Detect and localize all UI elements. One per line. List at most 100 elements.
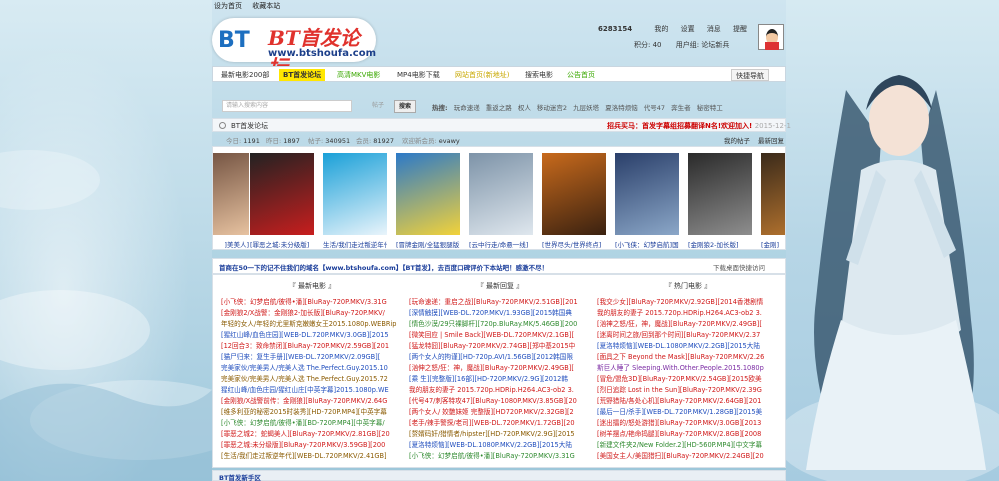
movie-list-item[interactable]: [微笑回应 | Smile Back][WEB-DL.720P.MKV/2.1G… [407,330,593,341]
hot-link[interactable]: 代号47 [644,104,665,112]
movie-list-item[interactable]: 我的朋友的妻子 2015.720p.HDRip.H264.AC3-ob2 3. [595,308,781,319]
movie-list-item[interactable]: [小飞侠：幻梦启航/彼得•潘][BluRay-720P.MKV/3.31G [219,297,405,308]
movie-list-item[interactable]: [我交少女][BluRay-720P.MKV/2.92GB][2014香港剧情 [595,297,781,308]
movie-list-item[interactable]: [两个女人的拘谨][HD-720p.AVI/1.56GB][2012韩国限 [407,352,593,363]
movie-list-item[interactable]: [12回合3：致命禁闭][BluRay-720P.MKV/2.59GB][201 [219,341,405,352]
movie-list-item[interactable]: [生活/我们走过叛逆年代][WEB-DL.720P.MKV/2.41GB] [219,451,405,462]
nav-tab-hd-mkv[interactable]: 高清MKV电影 [333,69,384,81]
movie-list-item[interactable]: [金刚狼2/X战警：金刚狼2-加长版][BluRay-720P.MKV/ [219,308,405,319]
movie-list-item[interactable]: [新建文件夹2/New Folder.2][HD-560P.MP4][中文字幕 [595,440,781,451]
search-button[interactable]: 搜索 [394,100,417,113]
nav-tab-mp4-download[interactable]: MP4电影下载 [393,69,444,81]
set-homepage-link[interactable]: 设为首页 [214,2,242,10]
hot-link[interactable]: 九层妖塔 [573,104,599,112]
movie-list-item[interactable]: [赘婿码奸/猎情者/hipster][HD-720P.MKV/2.9G][201… [407,429,593,440]
nav-tab-announcement[interactable]: 公告首页 [563,69,599,81]
movie-caption[interactable]: [罪恶之城:未分级版] [250,239,314,249]
movie-caption[interactable]: [世界尽头/世界终点] [542,239,606,249]
search-input[interactable]: 请输入搜索内容 [222,100,352,112]
movie-list-item[interactable]: [迷出擂的/怒处游猎][BluRay-720P.MKV/3.0GB][2013 [595,418,781,429]
newbie-section-title[interactable]: BT首发新手区 [219,472,261,481]
movie-list-item[interactable]: [玩命速递：重启之战][BluRay-720P.MKV/2.51GB][201 [407,297,593,308]
breadcrumb-title[interactable]: BT首发论坛 [231,121,268,131]
user-link-settings[interactable]: 设置 [681,25,695,33]
movie-list-item[interactable]: [维多利亚的秘密2015时装秀][HD-720P.MP4][中英字幕 [219,407,405,418]
site-logo[interactable]: BT BT首发论坛 www.btshoufa.com [212,18,376,79]
movie-poster[interactable] [688,153,752,235]
quick-nav-button[interactable]: 快捷导航 [731,69,769,81]
movie-list-item[interactable]: [乘 生][完整版][16部][HD-720P.MKV/2.9G][2012韩 [407,374,593,385]
hot-link[interactable]: 玩命速递 [454,104,480,112]
movie-list-item[interactable]: 我的朋友的妻子 2015.720p.HDRip.H264.AC3-ob2 3. [407,385,593,396]
movie-card[interactable]: [冒牌金刚/全猛狠腿版] [396,153,460,249]
movie-list-item[interactable]: [金刚狼/X战警前传：金刚狼][BluRay-720P.MKV/2.64G [219,396,405,407]
movie-list-item[interactable]: [夏洛特烦恼][WEB-DL.1080P.MKV/2.2GB][2015大陆 [595,341,781,352]
movie-list-item[interactable]: [情色沙漠/29只裸脚杆][720p.BluRay.MK/5.46GB][200 [407,319,593,330]
movie-poster[interactable] [469,153,533,235]
movie-caption[interactable]: [金刚] [761,239,785,249]
nav-tab-bt-forum[interactable]: BT首发论坛 [279,69,326,81]
movie-card[interactable]: [世界尽头/世界终点] [542,153,606,249]
bookmark-site-link[interactable]: 收藏本站 [252,2,280,10]
movie-list-item[interactable]: [深情触摸][WEB-DL.720P.MKV/1.93GB][2015韩国典 [407,308,593,319]
movie-list-item[interactable]: [罪恶之城2：蛇蝎美人][BluRay-720P.MKV/2.81GB][20 [219,429,405,440]
movie-list-item[interactable]: [代号47/刺客特攻47][BluRay-1080P.MKV/3.85GB][2… [407,396,593,407]
movie-card[interactable]: ]美美人] [213,153,249,249]
movie-list-item[interactable]: [美国女主人/美国猎扫][BluRay-720P.MKV/2.24GB][20 [595,451,781,462]
user-link-reminders[interactable]: 提醒 [733,25,747,33]
user-link-mine[interactable]: 我的 [654,25,668,33]
hot-link[interactable]: 移动迷宫2 [537,104,567,112]
movie-list-item[interactable]: [老手/辣手警探/老司][WEB-DL.720P.MKV/1.72GB][20 [407,418,593,429]
movie-list-item[interactable]: [猫尸归来：复生手册][WEB-DL.720P.MKV/2.09GB][ [219,352,405,363]
movie-caption[interactable]: [云中行走/命悬一线] [469,239,533,249]
movie-poster[interactable] [542,153,606,235]
avatar[interactable] [758,24,784,50]
movie-list-item[interactable]: [汹伸之怒/狂：神，魔战][BluRay-720P.MKV/2.49GB][ [407,363,593,374]
movie-list-item[interactable]: 猩红山峰/血色庄园/猩红山庄[中英字幕]2015.1080p.WE [219,385,405,396]
nav-tab-site-home[interactable]: 网站首页(新地址) [451,69,513,81]
movie-card[interactable]: [云中行走/命悬一线] [469,153,533,249]
hot-link[interactable]: 权人 [518,104,531,112]
movie-list-item[interactable]: [冒危/盟危3D][BluRay-720P.MKV/2.54GB][2015欧美 [595,374,781,385]
movie-list-item[interactable]: [罪恶之城:未分级版][BluRay-720P.MKV/3.59GB][200 [219,440,405,451]
movie-card[interactable]: [金刚狼2-加长版] [688,153,752,249]
nav-tab-search-movies[interactable]: 搜索电影 [521,69,557,81]
movie-list-item[interactable]: [小飞侠：幻梦启航/彼得•潘][BluRay-720P.MKV/3.31G [407,451,593,462]
movie-caption[interactable]: [小飞侠：幻梦启航]国语 [615,239,679,249]
hot-link[interactable]: 奔生者 [671,104,691,112]
movie-list-item[interactable]: [最后一日/杀手][WEB-DL.720P.MKV/1.28GB][2015美 [595,407,781,418]
user-group[interactable]: 用户组: 论坛新兵 [676,41,730,49]
nav-tab-latest-movies[interactable]: 最新电影200部 [217,69,273,81]
my-posts-link[interactable]: 我的帖子 [724,135,750,145]
movie-list-item[interactable]: [两个女人/ 姣艷妹姬 完整版][HD720P.MKV/2.32GB][2 [407,407,593,418]
movie-list-item[interactable]: [汹神之怒/狂，神，魔战][BluRay-720P.MKV/2.49GB][ [595,319,781,330]
movie-caption[interactable]: [冒牌金刚/全猛狠腿版] [396,239,460,249]
movie-card[interactable]: 生活/我们走过叛逆年代 [323,153,387,249]
movie-list-item[interactable]: 斯巨人睡了 Sleeping.With.Other.People.2015.10… [595,363,781,374]
movie-list-item[interactable]: 完美家伙/完美男人/完美人选 The.Perfect.Guy.2015.10 [219,363,405,374]
movie-caption[interactable]: ]美美人] [213,239,249,249]
hot-link[interactable]: 夏洛特烦恼 [605,104,638,112]
movie-poster[interactable] [323,153,387,235]
movie-list-item[interactable]: [迷离时间之旅/回到那个时间][BluRay-720P.MKV/2.37 [595,330,781,341]
movie-list-item[interactable]: [小飞侠：幻梦启航/彼得•潘][BD-720P.MP4][中英字幕/ [219,418,405,429]
movie-poster[interactable] [396,153,460,235]
movie-caption[interactable]: [金刚狼2-加长版] [688,239,752,249]
movie-poster[interactable] [250,153,314,235]
movie-card[interactable]: [罪恶之城:未分级版] [250,153,314,249]
hot-link[interactable]: 秘密特工 [697,104,723,112]
movie-list-item[interactable]: [猛龙特囧][BluRay-720P.MKV/2.74GB][郑中基2015中 [407,341,593,352]
search-scope-select[interactable]: 帖子 [372,100,384,109]
desktop-shortcut-link[interactable]: 下载桌面快捷访问 [713,262,765,272]
hot-link[interactable]: 重返之路 [486,104,512,112]
latest-replies-link[interactable]: 最新回复 [758,135,784,145]
movie-poster[interactable] [761,153,785,235]
recruit-notice[interactable]: 招兵买马：首发字幕组招募翻译N名!欢迎加入! 2015-12-1 [607,121,791,131]
movie-list-item[interactable]: [烈日追踪 Lost in the Sun][BluRay-720P.MKV/2… [595,385,781,396]
movie-list-item[interactable]: [猩红山峰/血色庄园][WEB-DL.720P.MKV/3.0GB][2015 [219,330,405,341]
stat-newest-value[interactable]: evawy [439,137,460,145]
movie-list-item[interactable]: [树羊摆点/艳命捣腿][BluRay-720P.MKV/2.8GB][2008 [595,429,781,440]
movie-list-item[interactable]: 完美家伙/完美男人/完美人选 The.Perfect.Guy.2015.72 [219,374,405,385]
movie-poster[interactable] [213,153,249,235]
movie-caption[interactable]: 生活/我们走过叛逆年代 [323,239,387,249]
